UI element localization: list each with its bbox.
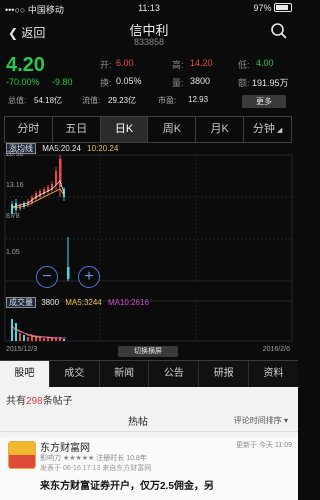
info-tabs: 股吧 成交 新闻 公告 研报 资料 bbox=[0, 360, 298, 388]
quote-grid: 开: 6.00 高: 14.20 低: 4.00 换: 0.05% 量: 380… bbox=[100, 56, 296, 92]
post-count-prefix: 共有 bbox=[6, 396, 26, 407]
high-label: 高: bbox=[172, 60, 184, 70]
quote-panel: 4.20 -70.00% -9.80 开: 6.00 高: 14.20 低: 4… bbox=[0, 52, 298, 94]
tab-forum[interactable]: 股吧 bbox=[0, 361, 50, 387]
battery-indicator: 97% bbox=[253, 3, 292, 13]
ma10-value: 10:20.24 bbox=[87, 144, 119, 153]
forum-subtabs: 热帖 评论时间排序 ▾ bbox=[0, 409, 298, 431]
battery-icon bbox=[274, 3, 292, 12]
tab-trades[interactable]: 成交 bbox=[50, 361, 100, 387]
tab-hot-posts[interactable]: 热帖 bbox=[128, 413, 148, 428]
vol-ma5-label: MA5:3244 bbox=[65, 298, 102, 307]
float-cap-value: 29.23亿 bbox=[108, 96, 137, 105]
post-item[interactable]: 东方财富网 更新于 今天 11:09 影响力 ★★★★★ 注册时长 10.8年 … bbox=[0, 437, 298, 500]
open-value: 6.00 bbox=[116, 58, 134, 68]
open-label: 开: bbox=[100, 60, 112, 70]
turnover-value: 0.05% bbox=[116, 76, 142, 86]
tab-news[interactable]: 新闻 bbox=[100, 361, 150, 387]
search-icon[interactable] bbox=[270, 22, 288, 40]
market-info-line: 总值: 54.18亿 流值: 29.23亿 市盈: 12.93 更多 bbox=[0, 94, 298, 108]
volume-label: 量: bbox=[172, 78, 184, 88]
caret-down-icon: ◢ bbox=[276, 127, 283, 134]
zoom-in-icon[interactable]: + bbox=[78, 266, 100, 288]
turnover-label: 换: bbox=[100, 78, 112, 88]
tab-weekly-k[interactable]: 周K bbox=[148, 117, 197, 142]
post-count: 共有298条帖子 bbox=[6, 392, 73, 407]
post-meta: 发表于 06-16 17:13 来自东方财富网 bbox=[40, 465, 152, 472]
change-value: -9.80 bbox=[52, 77, 73, 87]
more-button[interactable]: 更多 bbox=[242, 95, 286, 108]
x-end-label: 2016/2/6 bbox=[262, 346, 290, 353]
pe-value: 12.93 bbox=[188, 95, 209, 104]
low-value: 4.00 bbox=[256, 58, 274, 68]
y-tick-high: 20.50 bbox=[6, 151, 24, 158]
y-tick-3: 8.78 bbox=[6, 213, 20, 220]
landscape-switch-button[interactable]: 切换横屏 bbox=[118, 346, 178, 357]
nav-bar: ❮ 返回 信中利 833858 bbox=[0, 16, 298, 50]
total-cap-label: 总值: bbox=[8, 96, 27, 105]
forum-panel: 共有298条帖子 热帖 评论时间排序 ▾ 东方财富网 更新于 今天 11:09 … bbox=[0, 387, 298, 500]
post-count-number: 298 bbox=[26, 396, 43, 407]
divider bbox=[0, 431, 298, 432]
volume-selector[interactable]: 成交量 bbox=[6, 297, 36, 308]
post-count-suffix: 条帖子 bbox=[42, 396, 73, 407]
ma5-value: MA5:20.24 bbox=[42, 144, 81, 153]
change-percent: -70.00% bbox=[6, 77, 40, 87]
tab-monthly-k[interactable]: 月K bbox=[196, 117, 245, 142]
author-avatar bbox=[8, 441, 36, 469]
post-title[interactable]: 来东方财富证券开户，仅万2.5佣金，另 bbox=[40, 477, 214, 492]
pe-label: 市盈: bbox=[158, 96, 177, 105]
price-change: -70.00% -9.80 bbox=[6, 77, 83, 87]
x-start-label: 2015/12/3 bbox=[6, 346, 38, 353]
low-label: 低: bbox=[238, 60, 250, 70]
tab-intraday[interactable]: 分时 bbox=[5, 117, 53, 142]
total-cap-value: 54.18亿 bbox=[34, 96, 63, 105]
status-bar: •••○○ 中国移动 11:13 97% bbox=[0, 0, 298, 16]
stock-code: 833858 bbox=[133, 37, 165, 47]
float-cap-label: 流值: bbox=[82, 96, 101, 105]
tab-daily-k[interactable]: 日K bbox=[100, 117, 149, 142]
period-tabs: 分时 五日 日K 周K 月K 分钟 ◢ bbox=[4, 116, 292, 143]
amount-value: 191.95万 bbox=[252, 78, 289, 88]
volume-value-label: 3800 bbox=[41, 298, 60, 307]
tab-five-day[interactable]: 五日 bbox=[53, 117, 101, 142]
post-author[interactable]: 东方财富网 bbox=[40, 439, 90, 454]
kline-svg bbox=[4, 154, 293, 342]
y-tick-low: 1.05 bbox=[6, 249, 20, 256]
amount-label: 额: bbox=[238, 78, 250, 88]
y-tick-2: 13.16 bbox=[6, 182, 24, 189]
post-time: 更新于 今天 11:09 bbox=[236, 442, 292, 449]
sort-dropdown[interactable]: 评论时间排序 ▾ bbox=[234, 415, 288, 426]
volume-legend: 成交量 3800 MA5:3244 MA10:2616 bbox=[6, 297, 149, 308]
tab-announcements[interactable]: 公告 bbox=[149, 361, 200, 387]
author-meta: 影响力 ★★★★★ 注册时长 10.8年 bbox=[40, 455, 147, 462]
tab-minute-label: 分钟 bbox=[252, 123, 275, 135]
tab-minute[interactable]: 分钟 ◢ bbox=[244, 117, 291, 142]
tab-profile[interactable]: 资料 bbox=[249, 361, 298, 387]
current-price: 4.20 bbox=[6, 54, 45, 76]
volume-value: 3800 bbox=[190, 76, 211, 86]
tab-research[interactable]: 研报 bbox=[199, 361, 250, 387]
vol-ma10-label: MA10:2616 bbox=[107, 298, 149, 307]
zoom-out-icon[interactable]: − bbox=[36, 266, 58, 288]
high-value: 14.20 bbox=[190, 58, 213, 68]
kline-chart[interactable]: 涨均线 MA5:20.24 10:20.24 20.50 13.16 8.78 … bbox=[0, 141, 298, 363]
battery-percent: 97% bbox=[253, 3, 272, 13]
